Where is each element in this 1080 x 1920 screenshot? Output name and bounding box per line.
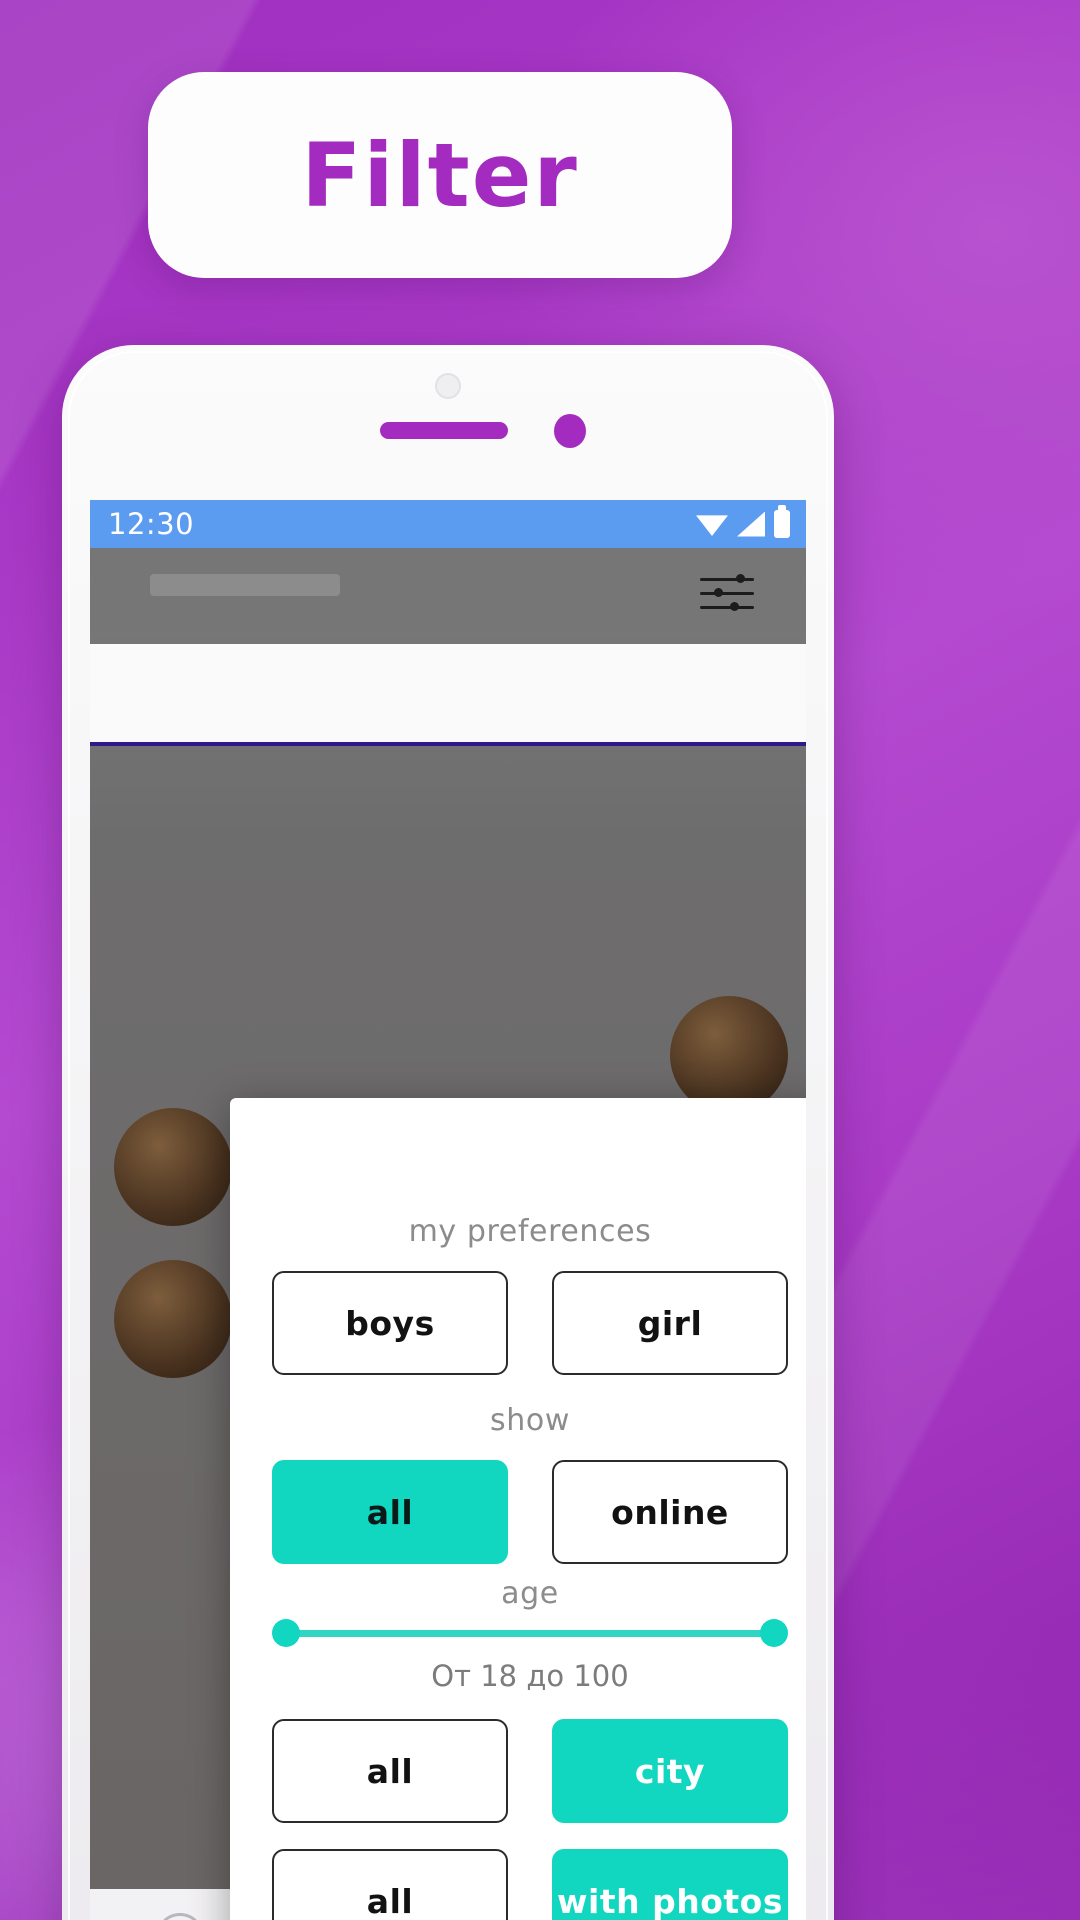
- filter-dialog: my preferences boys girl show all online…: [230, 1098, 806, 1920]
- status-bar: 12:30: [90, 500, 806, 548]
- photos-button-row: all with photos: [272, 1849, 788, 1920]
- page-root: Filter 12:30 my preferences boys girl sh…: [0, 0, 1080, 1920]
- wifi-icon: [696, 515, 728, 536]
- age-range-slider[interactable]: [272, 1619, 788, 1647]
- age-slider-thumb-max[interactable]: [760, 1619, 788, 1647]
- status-time: 12:30: [108, 507, 195, 541]
- title-card: Filter: [148, 72, 732, 278]
- phone-mockup: 12:30 my preferences boys girl show all …: [62, 345, 834, 1920]
- status-icons: [696, 505, 790, 538]
- photos-option-with-photos[interactable]: with photos: [552, 1849, 788, 1920]
- show-option-online[interactable]: online: [552, 1460, 788, 1564]
- app-search-field[interactable]: [150, 574, 340, 596]
- phone-camera-icon: [554, 414, 586, 448]
- phone-top-sensor-icon: [435, 373, 461, 399]
- preference-option-girl[interactable]: girl: [552, 1271, 788, 1375]
- phone-speaker-icon: [380, 422, 508, 439]
- signal-icon: [737, 511, 765, 537]
- page-title: Filter: [301, 123, 579, 227]
- phone-screen: 12:30 my preferences boys girl show all …: [90, 500, 806, 1920]
- battery-icon: [774, 505, 790, 538]
- location-button-row: all city: [272, 1719, 788, 1823]
- age-range-text: От 18 до 100: [431, 1659, 629, 1693]
- avatar: [670, 996, 788, 1114]
- location-option-city[interactable]: city: [552, 1719, 788, 1823]
- app-avatar-column-left: [114, 1108, 232, 1378]
- photos-option-all[interactable]: all: [272, 1849, 508, 1920]
- show-option-all[interactable]: all: [272, 1460, 508, 1564]
- section-label-age: age: [501, 1576, 559, 1611]
- app-card-strip: [90, 644, 806, 746]
- preferences-button-row: boys girl: [272, 1271, 788, 1375]
- location-option-all[interactable]: all: [272, 1719, 508, 1823]
- nav-item-1[interactable]: [155, 1913, 204, 1920]
- age-slider-thumb-min[interactable]: [272, 1619, 300, 1647]
- avatar: [114, 1260, 232, 1378]
- preference-option-boys[interactable]: boys: [272, 1271, 508, 1375]
- show-button-row: all online: [272, 1460, 788, 1564]
- section-label-preferences: my preferences: [408, 1214, 652, 1249]
- avatar: [114, 1108, 232, 1226]
- filter-sliders-icon[interactable]: [700, 570, 754, 614]
- age-slider-track[interactable]: [286, 1629, 774, 1637]
- section-label-show: show: [490, 1403, 570, 1438]
- app-topbar: [90, 548, 806, 632]
